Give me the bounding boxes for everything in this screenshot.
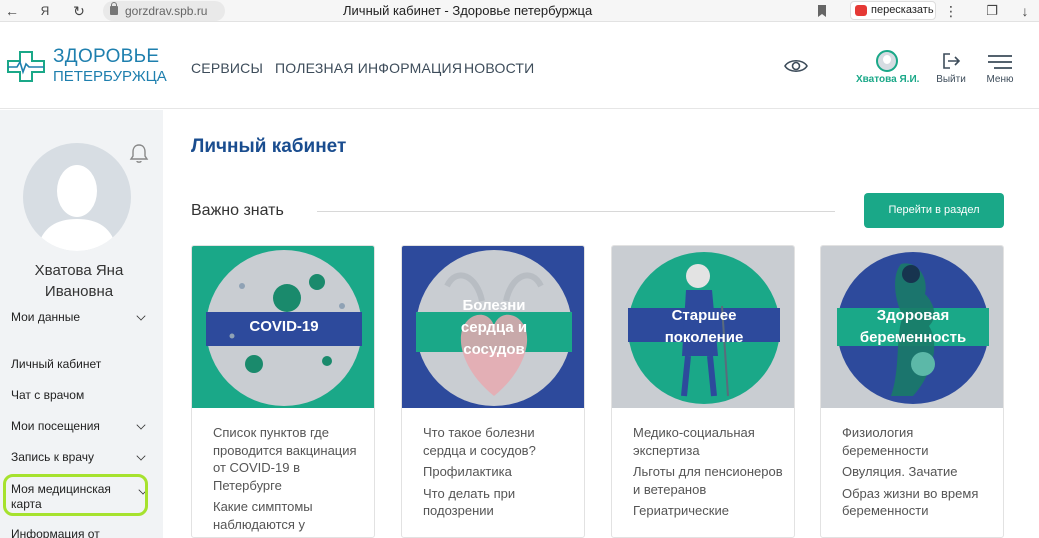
nav-services[interactable]: СЕРВИСЫ <box>191 60 263 76</box>
hamburger-menu-icon <box>988 55 1012 69</box>
card-pregnancy-title: Здоровая беременность <box>859 307 967 346</box>
user-name: Хватова Я.И. <box>856 74 920 85</box>
yandex-icon[interactable]: Я <box>36 2 54 20</box>
accessibility-eye-icon[interactable] <box>784 56 808 76</box>
card-link[interactable]: Медико-социальная экспертиза <box>633 424 783 459</box>
chevron-down-icon <box>136 420 146 430</box>
card-link[interactable]: Профилактика <box>423 463 573 481</box>
nav-useful-info[interactable]: ПОЛЕЗНАЯ ИНФОРМАЦИЯ <box>275 60 462 76</box>
sidebar-item-my-visits[interactable]: Мои посещения <box>11 419 151 433</box>
lock-icon <box>110 2 118 15</box>
card-heart-image: Болезни сердца и сосудов <box>402 246 584 408</box>
user-full-name: Хватова Яна Ивановна <box>34 262 124 300</box>
card-link[interactable]: Физиология беременности <box>842 424 992 459</box>
site-header: ЗДОРОВЬЕ ПЕТЕРБУРЖЦА СЕРВИСЫ ПОЛЕЗНАЯ ИН… <box>0 23 1039 109</box>
site-logo[interactable]: ЗДОРОВЬЕ ПЕТЕРБУРЖЦА <box>7 46 167 86</box>
card-covid-image: COVID-19 <box>192 246 374 408</box>
more-vertical-icon[interactable]: ⋮ <box>942 2 960 20</box>
browser-toolbar: ← Я ↻ gorzdrav.spb.ru Личный кабинет - З… <box>0 0 1039 22</box>
card-link[interactable]: Что такое болезни сердца и сосудов? <box>423 424 573 459</box>
sidebar: Хватова Яна Ивановна Мои данные Личный к… <box>0 110 163 538</box>
menu-button[interactable]: Меню <box>980 50 1020 90</box>
sidebar-item-personal-cabinet[interactable]: Личный кабинет <box>11 357 151 371</box>
logo-text-line2: ПЕТЕРБУРЖЦА <box>53 68 167 85</box>
card-link[interactable]: Образ жизни во время беременности <box>842 485 992 520</box>
page-title: Личный кабинет <box>191 136 347 157</box>
chevron-down-icon <box>136 451 146 461</box>
user-avatar-large[interactable] <box>23 143 131 251</box>
url-text: gorzdrav.spb.ru <box>125 4 208 18</box>
tab-title: Личный кабинет - Здоровье петербуржца <box>343 3 593 18</box>
go-to-section-button[interactable]: Перейти в раздел <box>864 193 1004 228</box>
card-covid-title: COVID-19 <box>249 318 319 335</box>
card-link[interactable]: Льготы для пенсионеров и ветеранов <box>633 463 783 498</box>
download-icon[interactable]: ↓ <box>1016 2 1034 20</box>
card-link[interactable]: Овуляция. Зачатие <box>842 463 992 481</box>
card-covid-links: Список пунктов где проводится вакцинация… <box>213 424 363 537</box>
card-heart-links: Что такое болезни сердца и сосудов? Проф… <box>423 424 573 524</box>
sidebar-item-doctor-chat[interactable]: Чат с врачом <box>11 388 151 402</box>
nav-news[interactable]: НОВОСТИ <box>464 60 534 76</box>
card-heart-title: Болезни сердца и сосудов <box>460 297 528 358</box>
card-link[interactable]: Гериатрические <box>633 502 783 520</box>
extensions-icon[interactable]: ❐ <box>983 2 1001 20</box>
card-pregnancy-links: Физиология беременности Овуляция. Зачати… <box>842 424 992 524</box>
card-elderly-image: Старшее поколение <box>612 246 794 408</box>
chevron-down-icon <box>136 311 146 321</box>
card-link[interactable]: Список пунктов где проводится вакцинация… <box>213 424 363 494</box>
sidebar-item-my-data[interactable]: Мои данные <box>11 310 151 324</box>
card-elderly-links: Медико-социальная экспертиза Льготы для … <box>633 424 783 524</box>
card-pregnancy-image: Здоровая беременность <box>821 246 1003 408</box>
card-elderly[interactable]: Старшее поколение Медико-социальная эксп… <box>611 245 795 538</box>
user-profile-button[interactable]: Хватова Я.И. <box>856 50 920 90</box>
logout-button[interactable]: Выйти <box>931 50 971 90</box>
card-link[interactable]: Что делать при подозрении <box>423 485 573 520</box>
sidebar-item-doctor-appointment[interactable]: Запись к врачу <box>11 450 151 464</box>
bell-icon[interactable] <box>128 142 150 164</box>
card-covid[interactable]: COVID-19 Список пунктов где проводится в… <box>191 245 375 538</box>
back-arrow-icon[interactable]: ← <box>3 2 21 20</box>
card-pregnancy[interactable]: Здоровая беременность Физиология беремен… <box>820 245 1004 538</box>
cross-heartbeat-logo-icon <box>7 51 45 82</box>
reload-icon[interactable]: ↻ <box>70 2 88 20</box>
retell-button[interactable]: пересказать <box>850 1 936 20</box>
card-heart[interactable]: Болезни сердца и сосудов Что такое болез… <box>401 245 585 538</box>
sidebar-item-info-from[interactable]: Информация от <box>11 527 151 538</box>
bookmark-icon[interactable] <box>815 3 829 19</box>
card-link[interactable]: Какие симптомы наблюдаются у <box>213 498 363 533</box>
section-divider <box>317 211 835 212</box>
logo-text-line1: ЗДОРОВЬЕ <box>53 46 160 67</box>
address-bar[interactable]: gorzdrav.spb.ru <box>103 1 225 21</box>
highlight-outline <box>3 474 148 516</box>
logout-icon <box>943 53 961 69</box>
retell-badge-icon <box>855 5 867 16</box>
person-silhouette-icon <box>37 165 117 251</box>
user-avatar-icon <box>876 50 898 72</box>
card-elderly-title: Старшее поколение <box>664 307 744 346</box>
section-title: Важно знать <box>191 202 284 219</box>
